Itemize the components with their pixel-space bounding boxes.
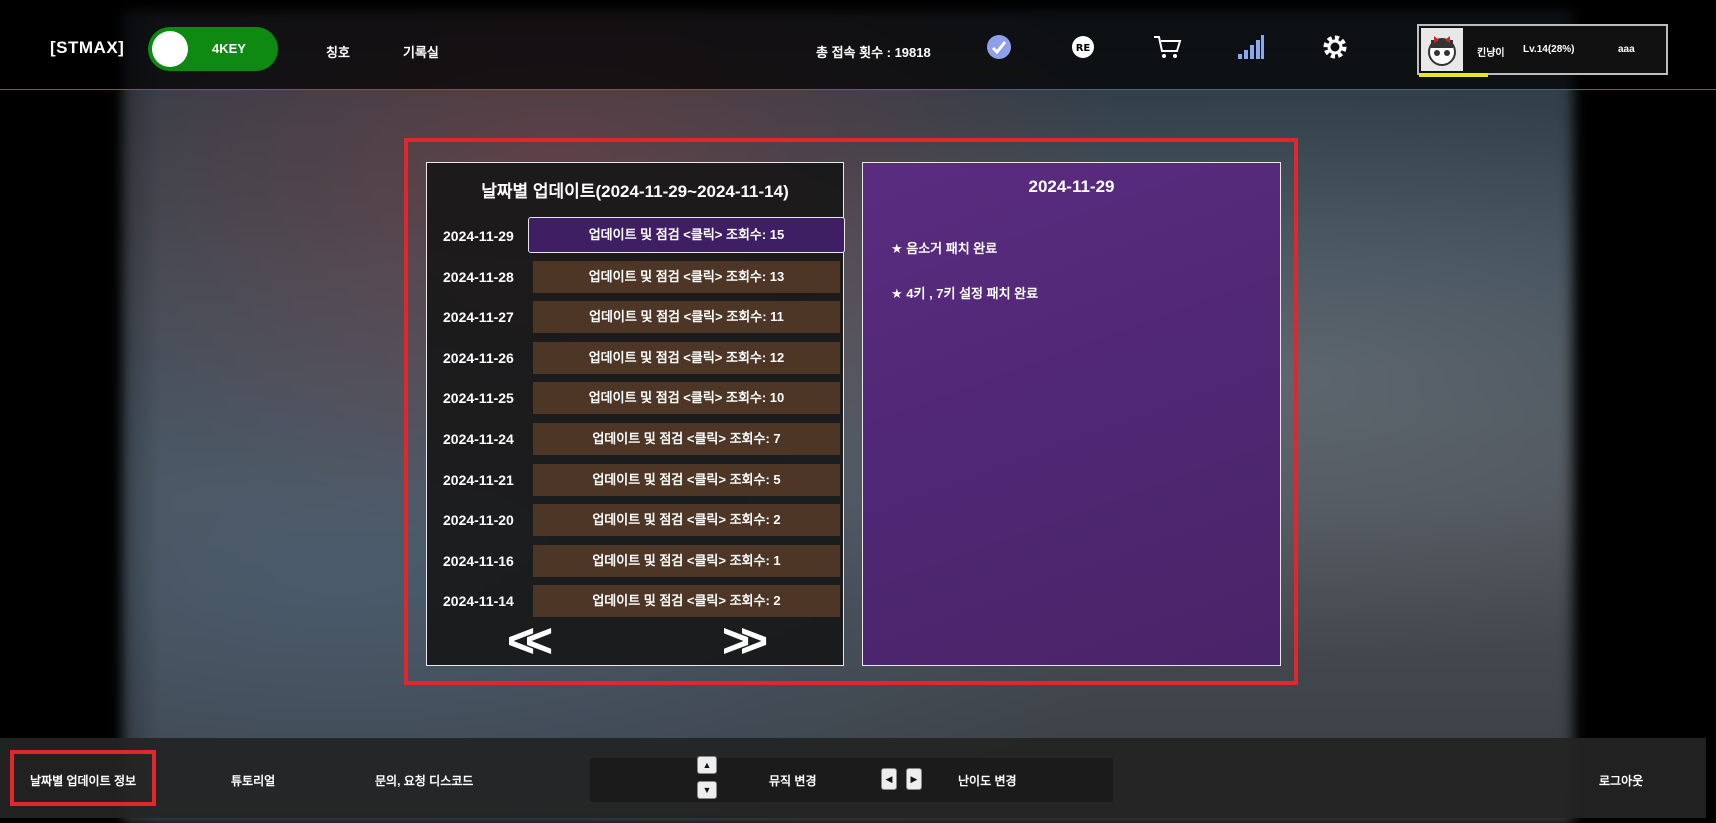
brand-logo[interactable]: [STMAX]: [50, 38, 124, 58]
replay-icon[interactable]: RE: [1068, 32, 1098, 62]
update-entry-button[interactable]: 업데이트 및 점검 <클릭> 조회수: 15: [528, 217, 845, 253]
update-entry-button[interactable]: 업데이트 및 점검 <클릭> 조회수: 10: [533, 382, 840, 415]
xp-bar: [1419, 73, 1489, 77]
update-row: 2024-11-28 업데이트 및 점검 <클릭> 조회수: 13: [427, 260, 843, 294]
next-page-button[interactable]: >>: [722, 618, 768, 666]
nav-title[interactable]: 칭호: [326, 42, 350, 61]
update-row: 2024-11-25 업데이트 및 점검 <클릭> 조회수: 10: [427, 381, 843, 415]
update-row: 2024-11-21 업데이트 및 점검 <클릭> 조회수: 5: [427, 463, 843, 497]
update-date: 2024-11-25: [443, 390, 514, 407]
profile-card[interactable]: 킨냥이 Lv.14(28%) aaa: [1417, 24, 1668, 77]
svg-text:RE: RE: [1076, 43, 1091, 54]
detail-note: ★ 4키 , 7키 설정 패치 완료: [891, 286, 1039, 301]
update-row: 2024-11-20 업데이트 및 점검 <클릭> 조회수: 2: [427, 503, 843, 537]
update-row: 2024-11-26 업데이트 및 점검 <클릭> 조회수: 12: [427, 341, 843, 375]
update-entry-button[interactable]: 업데이트 및 점검 <클릭> 조회수: 7: [533, 423, 840, 455]
arrow-up-key-icon[interactable]: ▲: [697, 756, 717, 774]
nav-records[interactable]: 기록실: [403, 42, 439, 61]
update-entry-button[interactable]: 업데이트 및 점검 <클릭> 조회수: 5: [533, 463, 840, 496]
difficulty-change-label: 난이도 변경: [958, 774, 1017, 788]
update-date: 2024-11-29: [443, 228, 514, 244]
detail-note: ★ 음소거 패치 완료: [891, 241, 998, 256]
music-change-label: 뮤직 변경: [769, 774, 817, 788]
update-detail-panel: 2024-11-29 ★ 음소거 패치 완료 ★ 4키 , 7키 설정 패치 완…: [862, 162, 1281, 666]
update-row: 2024-11-14 업데이트 및 점검 <클릭> 조회수: 2: [427, 584, 843, 618]
profile-user: aaa: [1618, 44, 1635, 55]
cart-icon[interactable]: [1152, 32, 1182, 62]
update-date: 2024-11-21: [443, 471, 514, 488]
arrow-down-key-icon[interactable]: ▼: [697, 781, 717, 799]
update-row: 2024-11-16 업데이트 및 점검 <클릭> 조회수: 1: [427, 544, 843, 578]
avatar: [1421, 28, 1463, 71]
toggle-knob: [152, 31, 188, 67]
update-entry-button[interactable]: 업데이트 및 점검 <클릭> 조회수: 1: [533, 544, 840, 577]
detail-date: 2024-11-29: [1028, 177, 1115, 196]
check-badge-icon[interactable]: [984, 32, 1014, 62]
update-entry-button[interactable]: 업데이트 및 점검 <클릭> 조회수: 2: [533, 585, 840, 618]
discord-button[interactable]: 문의, 요청 디스코드: [375, 772, 473, 789]
update-list-title: 날짜별 업데이트(2024-11-29~2024-11-14): [481, 182, 789, 201]
top-bar: [STMAX] 4KEY 칭호 기록실 총 접속 횟수 : 19818 RE 킨…: [0, 0, 1716, 90]
gear-icon[interactable]: [1320, 32, 1350, 62]
update-date: 2024-11-24: [443, 431, 514, 447]
update-row: 2024-11-27 업데이트 및 점검 <클릭> 조회수: 11: [427, 300, 843, 334]
visit-count: 총 접속 횟수 : 19818: [816, 45, 931, 60]
arrow-left-key-icon[interactable]: ◀: [881, 768, 897, 790]
logout-button[interactable]: 로그아웃: [1599, 772, 1643, 789]
tutorial-button[interactable]: 튜토리얼: [231, 772, 275, 789]
update-entry-button[interactable]: 업데이트 및 점검 <클릭> 조회수: 13: [533, 260, 840, 293]
bottom-control-strip: [590, 758, 1113, 802]
bottom-bar: 날짜별 업데이트 정보 튜토리얼 문의, 요청 디스코드 ▲ ▼ 뮤직 변경 ◀…: [0, 738, 1706, 818]
update-entry-button[interactable]: 업데이트 및 점검 <클릭> 조회수: 11: [533, 301, 840, 334]
key-mode-label: 4KEY: [212, 41, 246, 56]
profile-name: 킨냥이: [1477, 48, 1505, 59]
update-date: 2024-11-28: [443, 268, 514, 285]
update-date: 2024-11-14: [443, 593, 514, 610]
arrow-right-key-icon[interactable]: ▶: [906, 768, 922, 790]
signal-bars-icon[interactable]: [1236, 32, 1266, 62]
prev-page-button[interactable]: <<: [507, 618, 553, 666]
update-date: 2024-11-20: [443, 512, 514, 529]
update-entry-button[interactable]: 업데이트 및 점검 <클릭> 조회수: 12: [533, 341, 840, 374]
update-entry-button[interactable]: 업데이트 및 점검 <클릭> 조회수: 2: [533, 504, 840, 537]
update-row: 2024-11-24 업데이트 및 점검 <클릭> 조회수: 7: [427, 422, 843, 456]
update-date: 2024-11-27: [443, 309, 514, 326]
key-mode-toggle[interactable]: 4KEY: [148, 27, 278, 71]
profile-level: Lv.14(28%): [1523, 44, 1575, 55]
update-info-highlight: [10, 750, 156, 806]
update-list-panel: 날짜별 업데이트(2024-11-29~2024-11-14) 2024-11-…: [426, 162, 845, 666]
update-date: 2024-11-26: [443, 349, 514, 366]
update-row: 2024-11-29 업데이트 및 점검 <클릭> 조회수: 15: [427, 217, 845, 253]
update-date: 2024-11-16: [443, 552, 514, 569]
